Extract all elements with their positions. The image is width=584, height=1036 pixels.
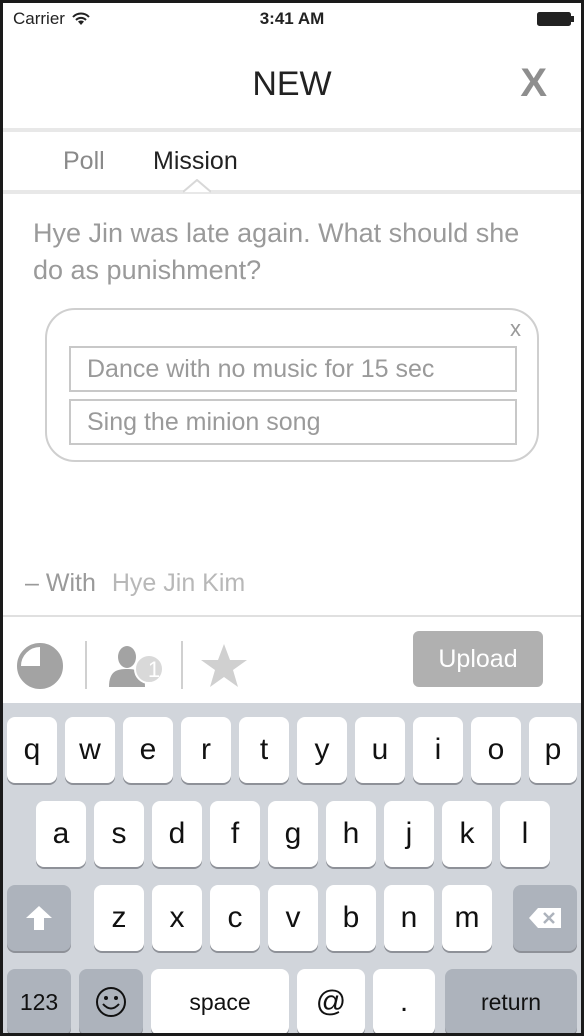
option-input-1[interactable]: Dance with no music for 15 sec — [69, 346, 517, 392]
key-c[interactable]: c — [210, 885, 260, 951]
key-e[interactable]: e — [123, 717, 173, 783]
key-u[interactable]: u — [355, 717, 405, 783]
tab-mission[interactable]: Mission — [153, 147, 238, 176]
options-box: x Dance with no music for 15 sec Sing th… — [45, 308, 539, 462]
phone-frame: Carrier 3:41 AM NEW X Poll Mission Hye J… — [0, 0, 584, 1036]
key-y[interactable]: y — [297, 717, 347, 783]
key-g[interactable]: g — [268, 801, 318, 867]
dot-key[interactable]: . — [373, 969, 435, 1033]
participant-count-badge: 1 — [147, 657, 161, 682]
tabs-divider — [3, 190, 581, 194]
toolbar-separator — [181, 641, 183, 689]
at-key[interactable]: @ — [297, 969, 365, 1033]
key-v[interactable]: v — [268, 885, 318, 951]
key-a[interactable]: a — [36, 801, 86, 867]
nav-header: NEW X — [3, 35, 581, 129]
key-i[interactable]: i — [413, 717, 463, 783]
tab-bar: Poll Mission — [3, 133, 581, 191]
battery-icon — [537, 12, 574, 26]
key-w[interactable]: w — [65, 717, 115, 783]
numbers-key[interactable]: 123 — [7, 969, 71, 1033]
with-name[interactable]: Hye Jin Kim — [112, 569, 245, 597]
emoji-smiley-icon — [96, 987, 126, 1017]
emoji-key[interactable] — [79, 969, 143, 1033]
status-bar: Carrier 3:41 AM — [3, 3, 581, 35]
key-n[interactable]: n — [384, 885, 434, 951]
key-s[interactable]: s — [94, 801, 144, 867]
key-z[interactable]: z — [94, 885, 144, 951]
key-x[interactable]: x — [152, 885, 202, 951]
tab-indicator-caret — [183, 179, 211, 193]
question-text[interactable]: Hye Jin was late again. What should she … — [33, 215, 553, 289]
header-divider — [3, 128, 581, 132]
key-q[interactable]: q — [7, 717, 57, 783]
key-j[interactable]: j — [384, 801, 434, 867]
status-time: 3:41 AM — [259, 9, 325, 28]
key-f[interactable]: f — [210, 801, 260, 867]
backspace-key[interactable] — [513, 885, 577, 951]
key-o[interactable]: o — [471, 717, 521, 783]
key-r[interactable]: r — [181, 717, 231, 783]
key-b[interactable]: b — [326, 885, 376, 951]
toolbar-separator — [85, 641, 87, 689]
keyboard: q w e r t y u i o p a s d f g h j k l z … — [3, 703, 581, 1033]
key-d[interactable]: d — [152, 801, 202, 867]
composer-toolbar: 1 Upload — [3, 615, 581, 703]
upload-button[interactable]: Upload — [413, 631, 543, 687]
key-l[interactable]: l — [500, 801, 550, 867]
shift-key[interactable] — [7, 885, 71, 951]
backspace-icon — [529, 908, 561, 928]
key-m[interactable]: m — [442, 885, 492, 951]
options-close-button[interactable]: x — [510, 316, 521, 342]
key-h[interactable]: h — [326, 801, 376, 867]
key-p[interactable]: p — [529, 717, 577, 783]
space-key[interactable]: space — [151, 969, 289, 1033]
page-title: NEW — [252, 65, 332, 103]
with-row: – With Hye Jin Kim — [25, 569, 245, 598]
with-label: – With — [25, 569, 96, 597]
shift-arrow-icon — [26, 906, 52, 930]
close-button[interactable]: X — [520, 61, 547, 106]
star-icon[interactable] — [199, 641, 249, 691]
tab-poll[interactable]: Poll — [63, 147, 105, 176]
pie-chart-icon[interactable] — [15, 641, 65, 691]
key-k[interactable]: k — [442, 801, 492, 867]
return-key[interactable]: return — [445, 969, 577, 1033]
option-input-2[interactable]: Sing the minion song — [69, 399, 517, 445]
key-t[interactable]: t — [239, 717, 289, 783]
